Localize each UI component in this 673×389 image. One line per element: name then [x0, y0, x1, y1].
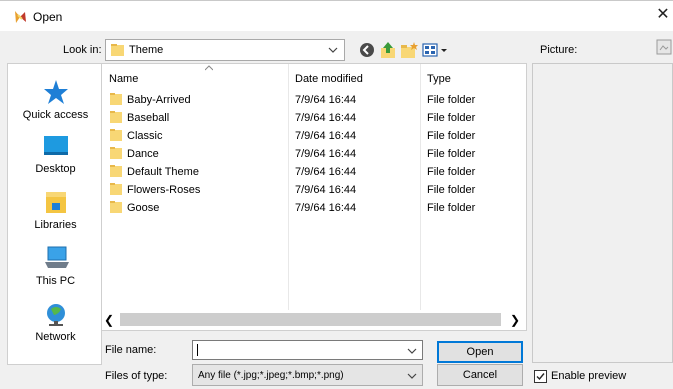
enable-preview-label[interactable]: Enable preview	[551, 370, 626, 382]
file-type-label: Files of type:	[105, 370, 168, 382]
file-type: File folder	[427, 130, 476, 142]
folder-icon	[110, 93, 122, 105]
checkmark-icon	[536, 373, 545, 381]
list-item[interactable]: Classic 7/9/64 16:44 File folder	[102, 128, 522, 146]
place-label: Quick access	[22, 109, 89, 121]
chevron-down-icon	[328, 47, 338, 53]
preview-pane	[532, 63, 673, 363]
column-header-date[interactable]: Date modified	[295, 73, 363, 85]
place-quick-access[interactable]: Quick access	[8, 78, 103, 121]
file-name: Baby-Arrived	[127, 94, 191, 106]
text-cursor	[197, 344, 198, 356]
place-label: Desktop	[35, 163, 76, 175]
file-name: Classic	[127, 130, 163, 142]
file-date: 7/9/64 16:44	[295, 130, 357, 142]
picture-icon	[656, 39, 672, 55]
file-date: 7/9/64 16:44	[295, 148, 357, 160]
file-type-dropdown[interactable]: Any file (*.jpg;*.jpeg;*.bmp;*.png)	[192, 364, 423, 386]
file-name: Baseball	[127, 112, 170, 124]
desktop-icon	[43, 136, 68, 155]
scroll-right-icon[interactable]: ❯	[510, 313, 520, 327]
list-item[interactable]: Baseball 7/9/64 16:44 File folder	[102, 110, 522, 128]
file-type-value: Any file (*.jpg;*.jpeg;*.bmp;*.png)	[198, 370, 344, 381]
enable-preview-checkbox[interactable]	[534, 370, 547, 383]
folder-icon	[110, 129, 122, 141]
view-menu-icon[interactable]	[421, 40, 449, 60]
place-this-pc[interactable]: This PC	[8, 244, 103, 287]
folder-icon	[110, 147, 122, 159]
list-item[interactable]: Goose 7/9/64 16:44 File folder	[102, 200, 522, 218]
file-name: Flowers-Roses	[127, 184, 201, 196]
file-date: 7/9/64 16:44	[295, 184, 357, 196]
network-icon	[46, 304, 65, 326]
file-name: Dance	[127, 148, 159, 160]
up-folder-icon[interactable]	[378, 40, 398, 60]
file-name: Goose	[127, 202, 160, 214]
scrollbar-thumb[interactable]	[120, 313, 501, 326]
scroll-left-icon[interactable]: ❮	[104, 313, 114, 327]
file-date: 7/9/64 16:44	[295, 202, 357, 214]
star-icon	[43, 80, 68, 104]
places-bar: Quick access Desktop Libraries This PC N…	[7, 63, 102, 365]
place-label: Libraries	[34, 219, 77, 231]
libraries-icon	[45, 192, 66, 213]
look-in-label: Look in:	[63, 44, 102, 56]
file-date: 7/9/64 16:44	[295, 166, 357, 178]
file-name-combo[interactable]	[192, 340, 423, 360]
file-name: Default Theme	[127, 166, 199, 178]
file-type: File folder	[427, 184, 476, 196]
file-name-label: File name:	[105, 344, 157, 356]
folder-icon	[110, 165, 122, 177]
list-item[interactable]: Default Theme 7/9/64 16:44 File folder	[102, 164, 522, 182]
close-icon: ✕	[656, 6, 670, 23]
place-label: Network	[35, 331, 76, 343]
place-desktop[interactable]: Desktop	[8, 132, 103, 175]
list-item[interactable]: Flowers-Roses 7/9/64 16:44 File folder	[102, 182, 522, 200]
place-network[interactable]: Network	[8, 300, 103, 343]
chevron-down-icon	[407, 373, 417, 379]
folder-icon	[111, 44, 124, 56]
file-date: 7/9/64 16:44	[295, 112, 357, 124]
column-header-type[interactable]: Type	[427, 73, 451, 85]
look-in-dropdown[interactable]: Theme	[105, 39, 345, 61]
horizontal-scrollbar[interactable]: ❮ ❯	[102, 310, 526, 330]
open-dialog: Open ✕ Look in: Theme Picture: Quick acc…	[0, 0, 673, 389]
title-bar: Open ✕	[0, 1, 673, 31]
sort-ascending-icon	[205, 65, 213, 71]
place-label: This PC	[35, 275, 76, 287]
file-type: File folder	[427, 148, 476, 160]
file-type: File folder	[427, 202, 476, 214]
chevron-down-icon[interactable]	[407, 346, 417, 356]
file-name-input[interactable]	[195, 343, 400, 357]
file-list[interactable]: Name Date modified Type Baby-Arrived 7/9…	[102, 63, 527, 331]
folder-icon	[110, 111, 122, 123]
new-folder-icon[interactable]	[399, 40, 419, 60]
look-in-value: Theme	[129, 44, 164, 56]
computer-icon	[44, 246, 69, 268]
file-date: 7/9/64 16:44	[295, 94, 357, 106]
back-icon[interactable]	[357, 40, 377, 60]
file-type: File folder	[427, 166, 476, 178]
app-icon	[15, 11, 26, 23]
column-header-name[interactable]: Name	[109, 73, 138, 85]
file-type: File folder	[427, 94, 476, 106]
folder-icon	[110, 183, 122, 195]
open-button[interactable]: Open	[437, 341, 523, 363]
file-type: File folder	[427, 112, 476, 124]
cancel-button[interactable]: Cancel	[437, 364, 523, 386]
list-item[interactable]: Baby-Arrived 7/9/64 16:44 File folder	[102, 92, 522, 110]
folder-icon	[110, 201, 122, 213]
close-button[interactable]: ✕	[653, 1, 673, 31]
place-libraries[interactable]: Libraries	[8, 188, 103, 231]
picture-label: Picture:	[540, 44, 578, 56]
list-item[interactable]: Dance 7/9/64 16:44 File folder	[102, 146, 522, 164]
window-title: Open	[33, 10, 63, 24]
